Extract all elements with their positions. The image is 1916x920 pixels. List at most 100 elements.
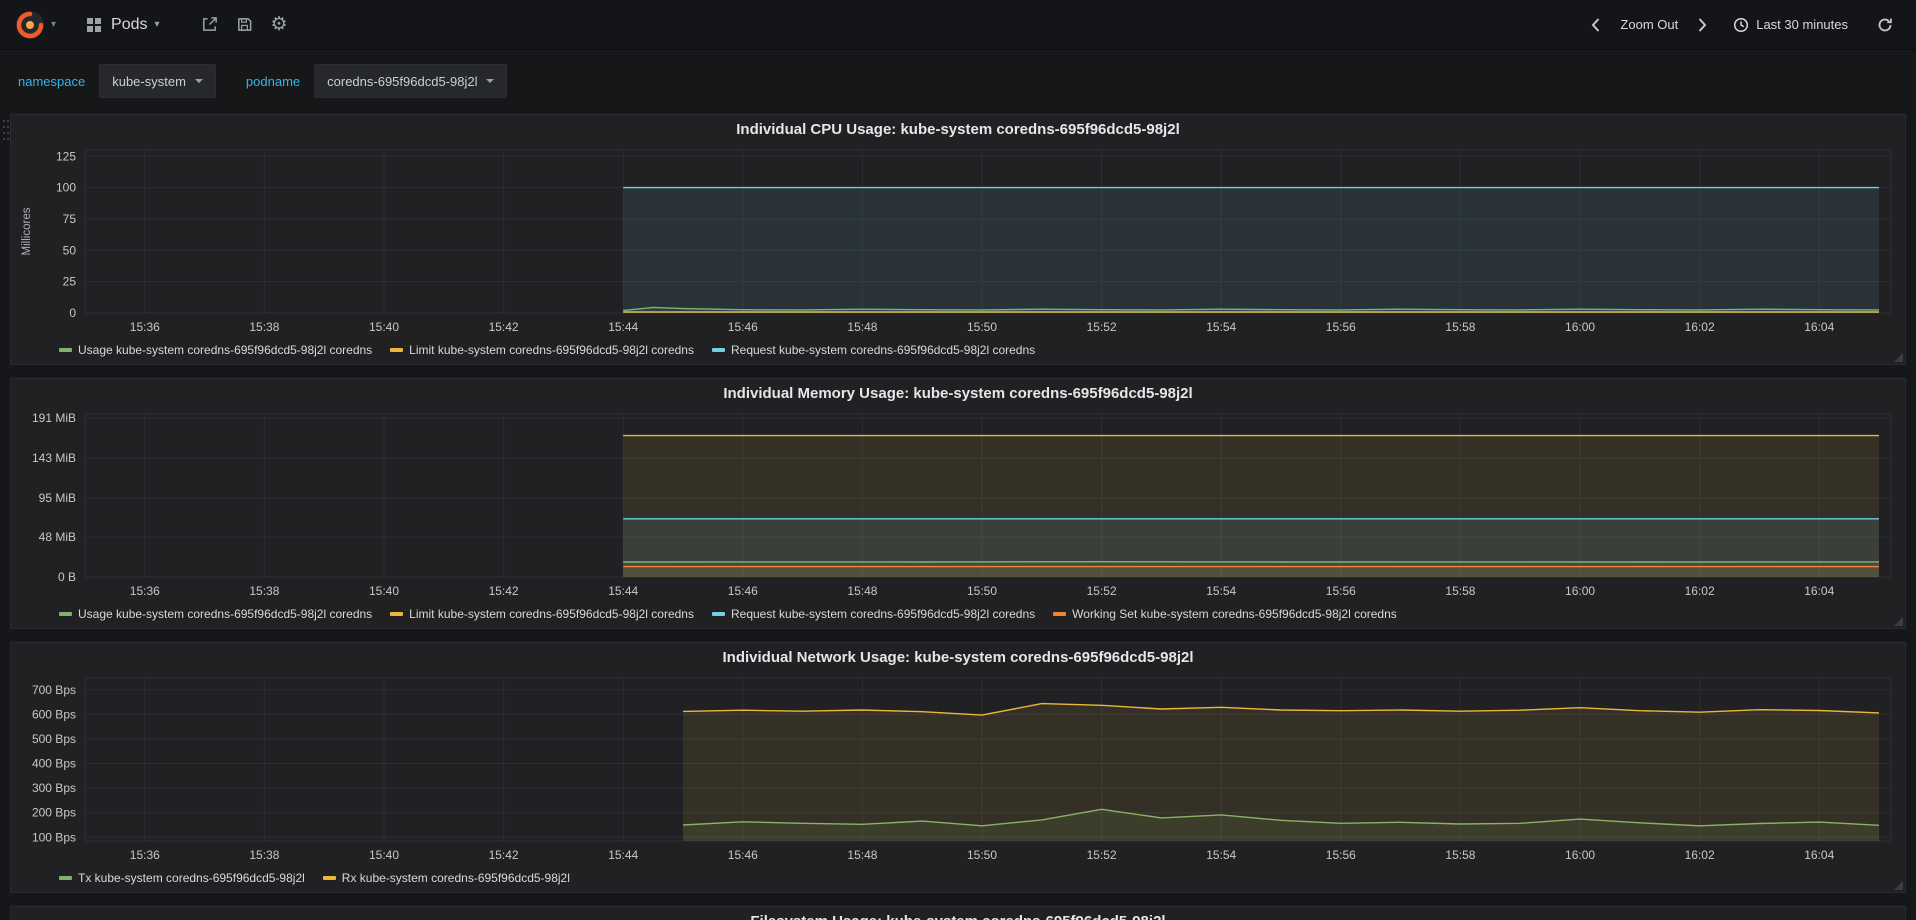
refresh-icon	[1878, 18, 1892, 31]
svg-text:15:38: 15:38	[249, 320, 279, 334]
panel-title-network[interactable]: Individual Network Usage: kube-system co…	[15, 646, 1901, 670]
legend-series-label: Limit kube-system coredns-695f96dcd5-98j…	[409, 342, 694, 357]
svg-text:16:02: 16:02	[1685, 320, 1715, 334]
chevron-down-icon: ▾	[154, 19, 160, 30]
cpu-usage-chart[interactable]: 15:36 15:38 15:40 15:42 15:44 15:46 15:48 15:50…	[15, 142, 1901, 339]
svg-text:191 MiB: 191 MiB	[32, 411, 76, 425]
legend-series-label: Request kube-system coredns-695f96dcd5-9…	[730, 342, 1036, 357]
svg-text:15:44: 15:44	[608, 584, 638, 598]
network-usage-chart[interactable]: 15:36 15:38 15:40 15:42 15:44 15:46 15:48 15:50…	[15, 670, 1901, 867]
variable-value-podname: coredns-695f96dcd5-98j2l	[327, 73, 478, 89]
time-range-picker[interactable]: Last 30 minutes	[1733, 17, 1848, 33]
legend-item[interactable]: Request kube-system coredns-695f96dcd5-9…	[711, 607, 1035, 621]
dashboard-picker[interactable]: Pods ▾	[78, 10, 168, 40]
svg-text:15:50: 15:50	[967, 848, 997, 862]
legend-series-label: Limit kube-system coredns-695f96dcd5-98j…	[409, 606, 694, 621]
legend-item[interactable]: Request kube-system coredns-695f96dcd5-9…	[711, 342, 1036, 357]
svg-text:100 Bps: 100 Bps	[32, 830, 76, 844]
panel-filesystem-usage: Filesystem Usage: kube-system coredns-69…	[10, 906, 1906, 920]
svg-text:15:38: 15:38	[249, 584, 279, 598]
svg-text:16:00: 16:00	[1565, 584, 1595, 598]
legend-item[interactable]: Limit kube-system coredns-695f96dcd5-98j…	[390, 343, 694, 357]
svg-text:15:52: 15:52	[1087, 320, 1117, 334]
legend-series-color	[322, 875, 336, 880]
panel-resize-handle[interactable]	[1894, 881, 1903, 890]
time-forward-button[interactable]	[1697, 17, 1708, 33]
chevron-down-icon	[486, 79, 495, 83]
dashboard-panels: Individual CPU Usage: kube-system coredn…	[0, 114, 1916, 920]
svg-text:25: 25	[63, 275, 77, 289]
panel-resize-handle[interactable]	[1894, 353, 1903, 362]
svg-text:143 MiB: 143 MiB	[32, 451, 76, 465]
svg-text:15:42: 15:42	[489, 584, 519, 598]
svg-text:15:42: 15:42	[489, 320, 519, 334]
svg-text:15:56: 15:56	[1326, 320, 1356, 334]
svg-text:15:48: 15:48	[847, 848, 877, 862]
svg-text:15:36: 15:36	[130, 320, 160, 334]
svg-text:15:36: 15:36	[130, 848, 160, 862]
svg-text:15:50: 15:50	[967, 320, 997, 334]
svg-text:Millicores: Millicores	[21, 207, 33, 255]
legend-item[interactable]: Limit kube-system coredns-695f96dcd5-98j…	[390, 607, 694, 621]
svg-text:15:46: 15:46	[728, 584, 758, 598]
memory-usage-chart[interactable]: 15:36 15:38 15:40 15:42 15:44 15:46 15:48 15:50…	[15, 406, 1901, 603]
network-legend: Tx kube-system coredns-695f96dcd5-98j2l R…	[15, 867, 1901, 888]
time-range-label: Last 30 minutes	[1756, 17, 1848, 32]
legend-item[interactable]: Working Set kube-system coredns-695f96dc…	[1053, 607, 1397, 621]
legend-series-label: Usage kube-system coredns-695f96dcd5-98j…	[78, 342, 373, 357]
legend-item[interactable]: Rx kube-system coredns-695f96dcd5-98j2l	[322, 871, 570, 885]
clock-icon	[1734, 17, 1749, 32]
grafana-logo-icon	[16, 10, 44, 39]
legend-series-label: Tx kube-system coredns-695f96dcd5-98j2l	[78, 870, 305, 885]
refresh-button[interactable]	[1877, 17, 1893, 33]
svg-text:100: 100	[56, 181, 76, 195]
panel-title-filesystem[interactable]: Filesystem Usage: kube-system coredns-69…	[15, 910, 1901, 920]
panel-cpu-usage: Individual CPU Usage: kube-system coredn…	[10, 114, 1906, 365]
svg-text:15:44: 15:44	[608, 320, 638, 334]
chevron-down-icon	[194, 79, 203, 83]
svg-text:15:40: 15:40	[369, 584, 399, 598]
svg-text:15:48: 15:48	[847, 584, 877, 598]
legend-series-color	[390, 347, 404, 352]
svg-text:125: 125	[56, 149, 76, 163]
grafana-logo[interactable]: ▾	[14, 9, 56, 41]
svg-text:15:50: 15:50	[967, 584, 997, 598]
svg-text:15:54: 15:54	[1206, 320, 1236, 334]
variable-label-podname: podname	[245, 73, 301, 89]
navbar: ▾ Pods ▾ ⚙ Zoom Out Last 30 minutes	[0, 0, 1916, 50]
svg-text:15:58: 15:58	[1445, 584, 1475, 598]
zoom-out-button[interactable]: Zoom Out	[1610, 13, 1688, 36]
settings-button[interactable]: ⚙	[271, 15, 288, 34]
svg-text:50: 50	[63, 243, 77, 257]
legend-series-label: Working Set kube-system coredns-695f96dc…	[1072, 606, 1397, 621]
svg-text:48 MiB: 48 MiB	[39, 530, 76, 544]
svg-text:15:56: 15:56	[1326, 584, 1356, 598]
svg-text:15:44: 15:44	[608, 848, 638, 862]
chevron-left-icon	[1592, 17, 1600, 32]
variable-select-podname[interactable]: coredns-695f96dcd5-98j2l	[314, 64, 508, 98]
legend-item[interactable]: Usage kube-system coredns-695f96dcd5-98j…	[59, 607, 372, 621]
legend-series-color	[711, 611, 725, 616]
panel-title-memory[interactable]: Individual Memory Usage: kube-system cor…	[15, 382, 1901, 406]
panel-network-usage: Individual Network Usage: kube-system co…	[10, 642, 1906, 893]
svg-text:16:04: 16:04	[1804, 584, 1834, 598]
svg-text:15:40: 15:40	[369, 320, 399, 334]
legend-item[interactable]: Tx kube-system coredns-695f96dcd5-98j2l	[59, 871, 305, 885]
svg-text:600 Bps: 600 Bps	[32, 707, 76, 721]
share-button[interactable]	[201, 16, 218, 33]
panel-title-cpu[interactable]: Individual CPU Usage: kube-system coredn…	[15, 118, 1901, 142]
legend-series-color	[711, 347, 725, 352]
legend-item[interactable]: Usage kube-system coredns-695f96dcd5-98j…	[59, 343, 372, 357]
variable-select-namespace[interactable]: kube-system	[99, 64, 216, 98]
panel-resize-handle[interactable]	[1894, 617, 1903, 626]
svg-text:15:42: 15:42	[489, 848, 519, 862]
chevron-down-icon: ▾	[51, 19, 57, 30]
svg-text:15:54: 15:54	[1206, 848, 1236, 862]
time-back-button[interactable]	[1590, 17, 1601, 33]
legend-series-color	[1053, 611, 1067, 616]
variable-label-namespace: namespace	[18, 73, 86, 89]
save-button[interactable]	[236, 16, 253, 33]
svg-text:15:38: 15:38	[249, 848, 279, 862]
svg-text:16:04: 16:04	[1804, 848, 1834, 862]
svg-text:16:00: 16:00	[1565, 320, 1595, 334]
